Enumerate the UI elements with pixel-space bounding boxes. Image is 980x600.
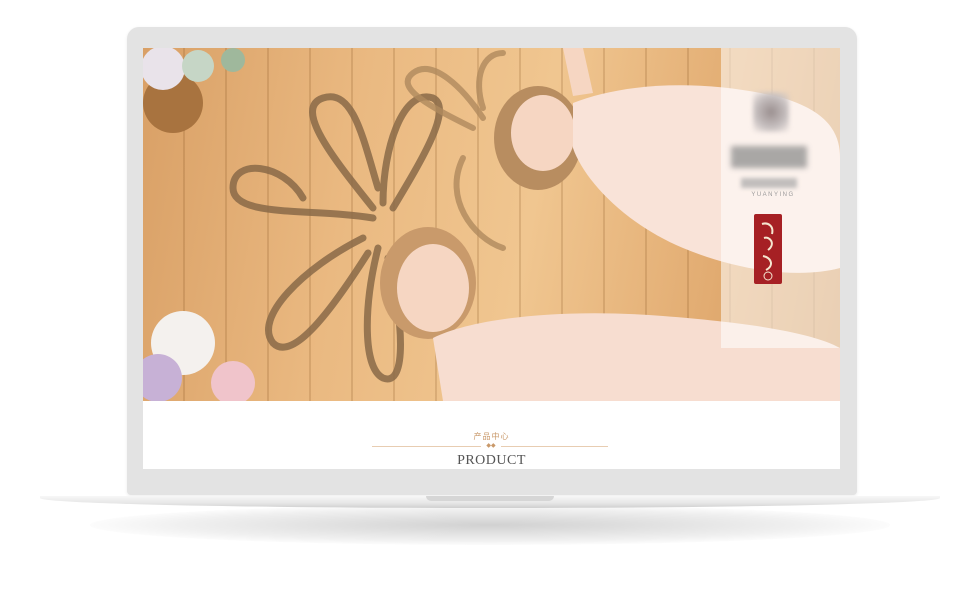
leaf-bunch [182, 50, 214, 82]
laptop-notch [426, 496, 554, 501]
section-title-en: PRODUCT [457, 453, 526, 468]
brand-panel: YUANYING [721, 48, 840, 348]
product-section-header: 产品中心 ◆◆ PRODUCT [143, 401, 840, 469]
flower-pink [211, 361, 255, 401]
brand-subtitle-blurred [741, 178, 797, 188]
brand-tagline: YUANYING [751, 192, 795, 198]
website-screen: YUANYING 产品中心 ◆◆ PRODUCT [143, 48, 840, 469]
leaf-bunch [221, 48, 245, 72]
face-girl-2 [511, 95, 575, 171]
brand-logo-blurred [753, 92, 789, 132]
brand-name-blurred [731, 146, 807, 168]
seal-stamp-icon [754, 214, 782, 284]
arm-girl-2 [563, 48, 593, 96]
divider-ornament-icon: ◆◆ [481, 441, 501, 451]
laptop-shadow [90, 505, 890, 545]
face-girl-1 [397, 244, 469, 332]
hero-banner[interactable]: YUANYING [143, 48, 840, 401]
